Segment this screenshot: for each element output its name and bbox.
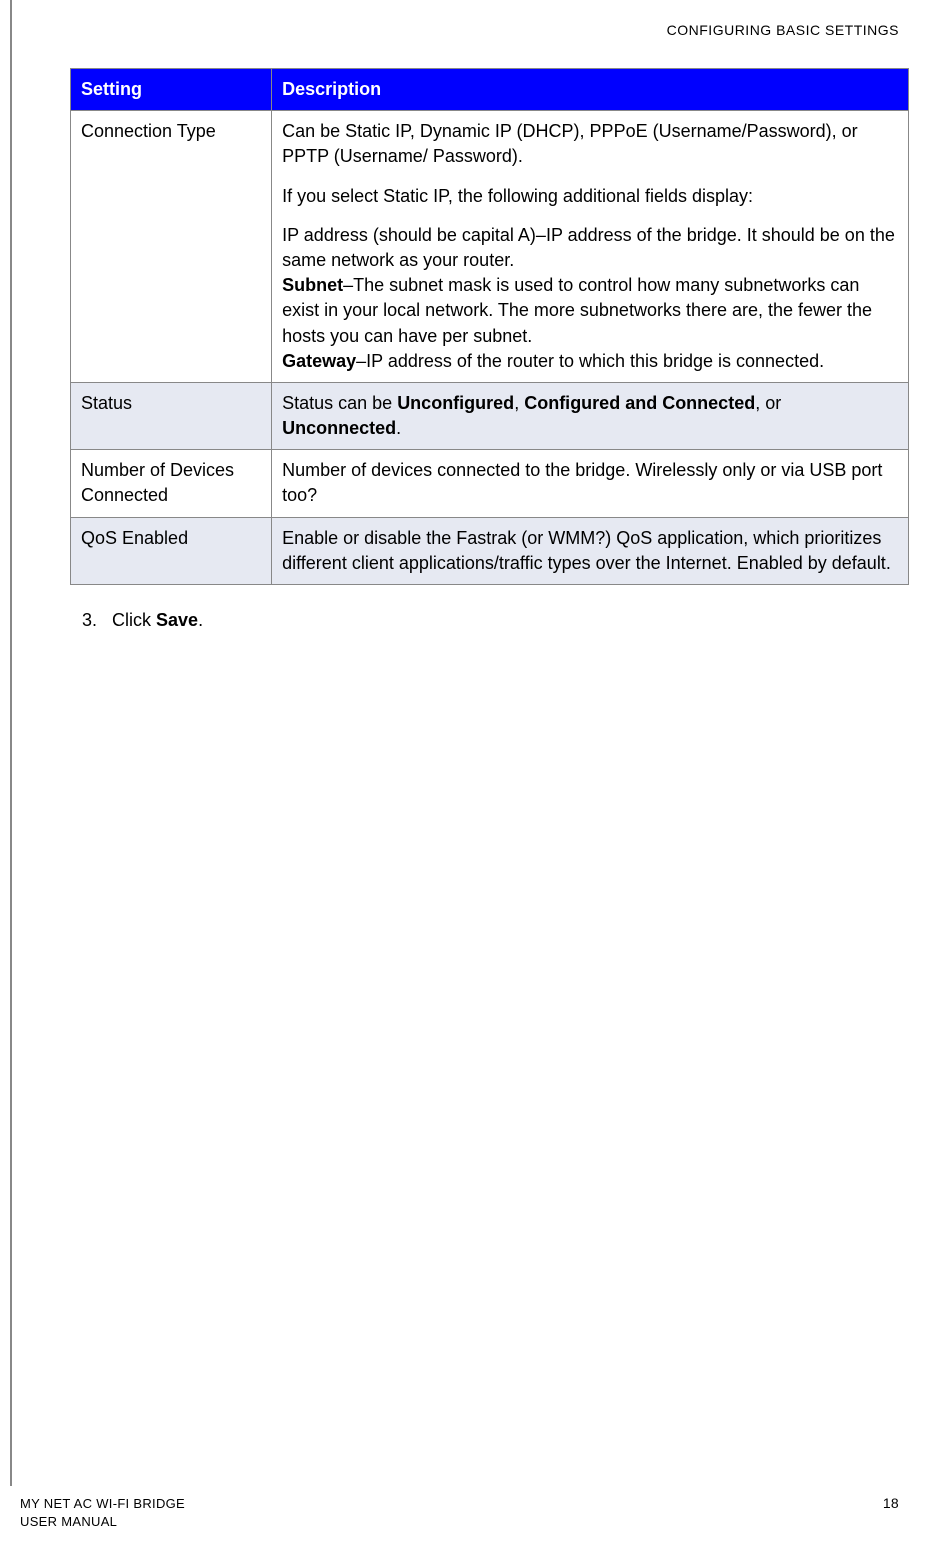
desc-subnet-label: Subnet: [282, 275, 343, 295]
description-cell: Can be Static IP, Dynamic IP (DHCP), PPP…: [272, 111, 909, 383]
setting-cell: Number of Devices Connected: [71, 450, 272, 517]
step-instruction: 3. Click Save.: [70, 610, 909, 631]
table-header-row: Setting Description: [71, 69, 909, 111]
desc-paragraph: If you select Static IP, the following a…: [282, 184, 898, 209]
desc-gateway-label: Gateway: [282, 351, 356, 371]
step-text-post: .: [198, 610, 203, 630]
setting-cell: Connection Type: [71, 111, 272, 383]
description-cell: Number of devices connected to the bridg…: [272, 450, 909, 517]
description-cell: Enable or disable the Fastrak (or WMM?) …: [272, 517, 909, 584]
desc-text: , or: [755, 393, 781, 413]
desc-text: ,: [514, 393, 524, 413]
desc-paragraph: IP address (should be capital A)–IP addr…: [282, 223, 898, 374]
step-number: 3.: [82, 610, 97, 631]
setting-cell: Status: [71, 382, 272, 449]
desc-paragraph: Can be Static IP, Dynamic IP (DHCP), PPP…: [282, 119, 898, 169]
desc-text: Status can be: [282, 393, 397, 413]
footer-product-name: MY NET AC WI-FI BRIDGE: [20, 1495, 185, 1513]
table-row: Number of Devices Connected Number of de…: [71, 450, 909, 517]
footer-doc-type: USER MANUAL: [20, 1513, 185, 1531]
desc-subnet-text: –The subnet mask is used to control how …: [282, 275, 872, 345]
table-row: QoS Enabled Enable or disable the Fastra…: [71, 517, 909, 584]
section-header: CONFIGURING BASIC SETTINGS: [20, 0, 939, 38]
step-text-pre: Click: [112, 610, 156, 630]
step-text-bold: Save: [156, 610, 198, 630]
desc-ip-line: IP address (should be capital A)–IP addr…: [282, 225, 895, 270]
page-footer: MY NET AC WI-FI BRIDGE USER MANUAL 18: [20, 1495, 899, 1531]
table-row: Connection Type Can be Static IP, Dynami…: [71, 111, 909, 383]
page-number: 18: [883, 1495, 899, 1511]
desc-bold: Unconnected: [282, 418, 396, 438]
desc-bold: Configured and Connected: [524, 393, 755, 413]
setting-cell: QoS Enabled: [71, 517, 272, 584]
header-description: Description: [272, 69, 909, 111]
desc-text: .: [396, 418, 401, 438]
desc-bold: Unconfigured: [397, 393, 514, 413]
table-row: Status Status can be Unconfigured, Confi…: [71, 382, 909, 449]
description-cell: Status can be Unconfigured, Configured a…: [272, 382, 909, 449]
header-setting: Setting: [71, 69, 272, 111]
settings-table: Setting Description Connection Type Can …: [70, 68, 909, 585]
desc-gateway-text: –IP address of the router to which this …: [356, 351, 824, 371]
